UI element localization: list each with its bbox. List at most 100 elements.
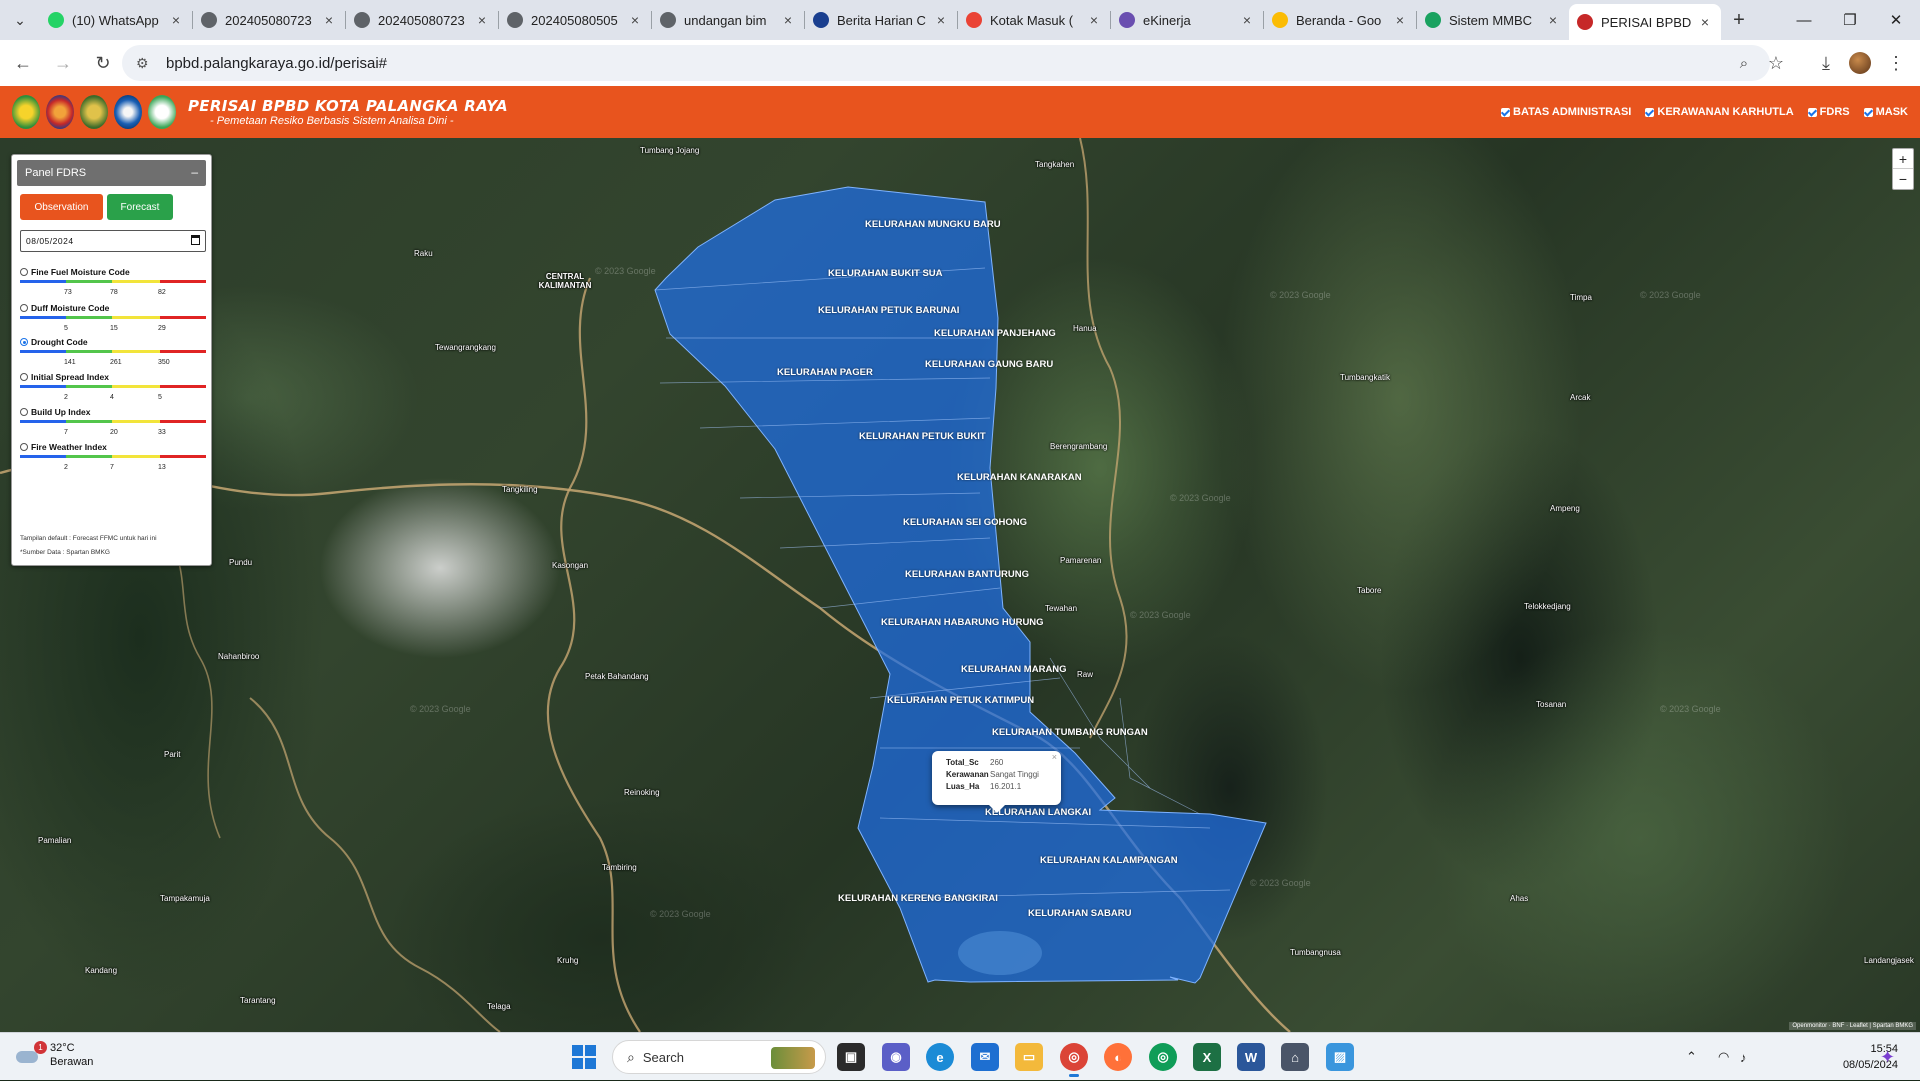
kelurahan-label[interactable]: KELURAHAN PETUK BUKIT <box>859 431 986 442</box>
layer-toggle[interactable]: FDRS <box>1807 106 1850 118</box>
browser-tab[interactable]: eKinerja × <box>1111 0 1263 40</box>
observation-button[interactable]: Observation <box>20 194 103 220</box>
index-option[interactable]: Duff Moisture Code <box>20 303 210 313</box>
site-info-icon[interactable]: ⚙ <box>136 55 154 72</box>
kelurahan-label[interactable]: KELURAHAN KERENG BANGKIRAI <box>838 893 998 904</box>
radio-button[interactable] <box>20 268 28 276</box>
index-option[interactable]: Drought Code <box>20 337 210 347</box>
menu-dots-icon[interactable]: ⋮ <box>1878 45 1914 81</box>
popup-close-icon[interactable]: × <box>1052 752 1057 762</box>
radio-button[interactable] <box>20 338 28 346</box>
kelurahan-label[interactable]: KELURAHAN KALAMPANGAN <box>1040 855 1178 866</box>
kelurahan-label[interactable]: KELURAHAN BUKIT SUA <box>828 268 943 279</box>
kelurahan-label[interactable]: KELURAHAN TUMBANG RUNGAN <box>992 727 1148 738</box>
minimize-icon[interactable]: — <box>1780 0 1828 40</box>
back-icon[interactable]: ← <box>6 46 40 80</box>
index-option[interactable]: Fire Weather Index <box>20 442 210 452</box>
zoom-out-button[interactable]: − <box>1893 169 1913 189</box>
taskbar-search[interactable]: ⌕ Search <box>612 1040 826 1074</box>
tab-close-icon[interactable]: × <box>1697 14 1713 30</box>
map-view[interactable]: © 2023 Google © 2023 Google © 2023 Googl… <box>0 138 1920 1032</box>
zoom-lens-icon[interactable]: ⌕ <box>1726 45 1762 81</box>
photos-icon[interactable]: ▨ <box>1326 1043 1354 1071</box>
checkbox-icon[interactable] <box>1501 107 1511 117</box>
tab-close-icon[interactable]: × <box>1545 12 1561 28</box>
layer-toggle[interactable]: BATAS ADMINISTRASI <box>1501 106 1631 118</box>
layer-toggle[interactable]: KERAWANAN KARHUTLA <box>1645 106 1794 118</box>
volume-icon[interactable]: ♪ <box>1740 1033 1747 1081</box>
index-option[interactable]: Fine Fuel Moisture Code <box>20 267 210 277</box>
radio-button[interactable] <box>20 408 28 416</box>
checkbox-icon[interactable] <box>1807 107 1817 117</box>
layer-toggle[interactable]: MASK <box>1863 106 1908 118</box>
checkbox-icon[interactable] <box>1645 107 1655 117</box>
browser-tab[interactable]: 202405080505 × <box>499 0 651 40</box>
kelurahan-label[interactable]: KELURAHAN MARANG <box>961 664 1067 675</box>
radio-button[interactable] <box>20 443 28 451</box>
start-button[interactable] <box>572 1045 596 1069</box>
wifi-icon[interactable]: ◠ <box>1718 1033 1729 1081</box>
copilot-icon[interactable]: ✦ <box>1880 1033 1895 1081</box>
chrome-icon[interactable]: ◎ <box>1060 1043 1088 1077</box>
checkbox-icon[interactable] <box>1863 107 1873 117</box>
kelurahan-label[interactable]: KELURAHAN SEI GOHONG <box>903 517 1027 528</box>
excel-icon[interactable]: X <box>1193 1043 1221 1071</box>
word-icon[interactable]: W <box>1237 1043 1265 1071</box>
browser-tab[interactable]: PERISAI BPBD × <box>1569 4 1721 40</box>
kelurahan-label[interactable]: KELURAHAN PETUK BARUNAI <box>818 305 959 316</box>
browser-tab[interactable]: Kotak Masuk (× <box>958 0 1110 40</box>
index-option[interactable]: Build Up Index <box>20 407 210 417</box>
address-bar[interactable]: ⚙ bpbd.palangkaraya.go.id/perisai# <box>122 45 1770 81</box>
file-explorer-icon[interactable]: ▭ <box>1015 1043 1043 1071</box>
kelurahan-label[interactable]: KELURAHAN PAGER <box>777 367 873 378</box>
browser-tab[interactable]: Berita Harian C × <box>805 0 957 40</box>
tab-close-icon[interactable]: × <box>627 12 643 28</box>
tab-search-icon[interactable]: ⌄ <box>0 0 40 40</box>
browser-tab[interactable]: 202405080723 × <box>346 0 498 40</box>
task-view-icon[interactable]: ▣ <box>837 1043 865 1071</box>
tab-close-icon[interactable]: × <box>933 12 949 28</box>
weather-widget[interactable]: 1 32°C Berawan <box>14 1041 93 1069</box>
forecast-button[interactable]: Forecast <box>107 194 173 220</box>
profile-avatar[interactable] <box>1842 45 1878 81</box>
new-tab-button[interactable]: + <box>1721 0 1757 40</box>
tab-close-icon[interactable]: × <box>168 12 184 28</box>
date-input[interactable]: 08/05/2024 <box>20 230 206 252</box>
calendar-icon[interactable] <box>191 235 200 245</box>
tab-close-icon[interactable]: × <box>1239 12 1255 28</box>
teams-icon[interactable]: ◉ <box>882 1043 910 1071</box>
mail-icon[interactable]: ✉ <box>971 1043 999 1071</box>
kelurahan-label[interactable]: KELURAHAN BANTURUNG <box>905 569 1029 580</box>
edge-icon[interactable]: e <box>926 1043 954 1071</box>
download-icon[interactable]: ⤓ <box>1808 45 1844 81</box>
kelurahan-label[interactable]: KELURAHAN KANARAKAN <box>957 472 1082 483</box>
browser-tab[interactable]: undangan bim × <box>652 0 804 40</box>
tab-close-icon[interactable]: × <box>474 12 490 28</box>
browser-tab[interactable]: Beranda - Goo × <box>1264 0 1416 40</box>
kelurahan-label[interactable]: KELURAHAN SABARU <box>1028 908 1131 919</box>
tab-close-icon[interactable]: × <box>1392 12 1408 28</box>
bookmark-star-icon[interactable]: ☆ <box>1758 45 1794 81</box>
tab-close-icon[interactable]: × <box>1086 12 1102 28</box>
map-attribution[interactable]: Openmonitor · BNF · Leaflet | Spartan BM… <box>1789 1022 1916 1030</box>
chrome-profile-icon[interactable]: ◎ <box>1149 1043 1177 1071</box>
forward-icon[interactable]: → <box>46 46 80 80</box>
kelurahan-label[interactable]: KELURAHAN HABARUNG HURUNG <box>881 617 1044 628</box>
reload-icon[interactable]: ↻ <box>86 46 120 80</box>
tab-close-icon[interactable]: × <box>780 12 796 28</box>
close-window-icon[interactable]: ✕ <box>1872 0 1920 40</box>
browser-tab[interactable]: 202405080723 × <box>193 0 345 40</box>
tab-close-icon[interactable]: × <box>321 12 337 28</box>
network-app-icon[interactable]: ⌂ <box>1281 1043 1309 1071</box>
restore-icon[interactable]: ❐ <box>1826 0 1874 40</box>
tray-chevron-icon[interactable]: ⌃ <box>1686 1033 1697 1081</box>
kelurahan-label[interactable]: KELURAHAN MUNGKU BARU <box>865 219 1001 230</box>
browser-tab[interactable]: (10) WhatsApp × <box>40 0 192 40</box>
kelurahan-label[interactable]: KELURAHAN PETUK KATIMPUN <box>887 695 1034 706</box>
radio-button[interactable] <box>20 304 28 312</box>
zoom-in-button[interactable]: + <box>1893 149 1913 169</box>
index-option[interactable]: Initial Spread Index <box>20 372 210 382</box>
panel-minimize-icon[interactable]: – <box>191 165 198 179</box>
kelurahan-label[interactable]: KELURAHAN PANJEHANG <box>934 328 1056 339</box>
kelurahan-label[interactable]: KELURAHAN GAUNG BARU <box>925 359 1053 370</box>
